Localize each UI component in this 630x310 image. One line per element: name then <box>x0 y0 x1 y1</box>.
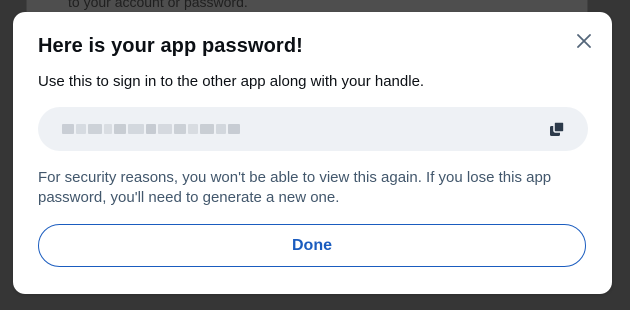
app-password-field[interactable] <box>38 107 588 151</box>
dialog-subtitle: Use this to sign in to the other app alo… <box>38 73 425 90</box>
password-value-blurred <box>62 124 240 134</box>
dialog-title: Here is your app password! <box>38 35 303 57</box>
close-button[interactable] <box>573 30 595 52</box>
done-button[interactable]: Done <box>38 224 586 267</box>
app-password-dialog: Here is your app password! Use this to s… <box>13 12 612 294</box>
security-notice: For security reasons, you won't be able … <box>38 169 552 206</box>
copy-icon[interactable] <box>548 120 566 138</box>
close-icon <box>577 34 591 48</box>
